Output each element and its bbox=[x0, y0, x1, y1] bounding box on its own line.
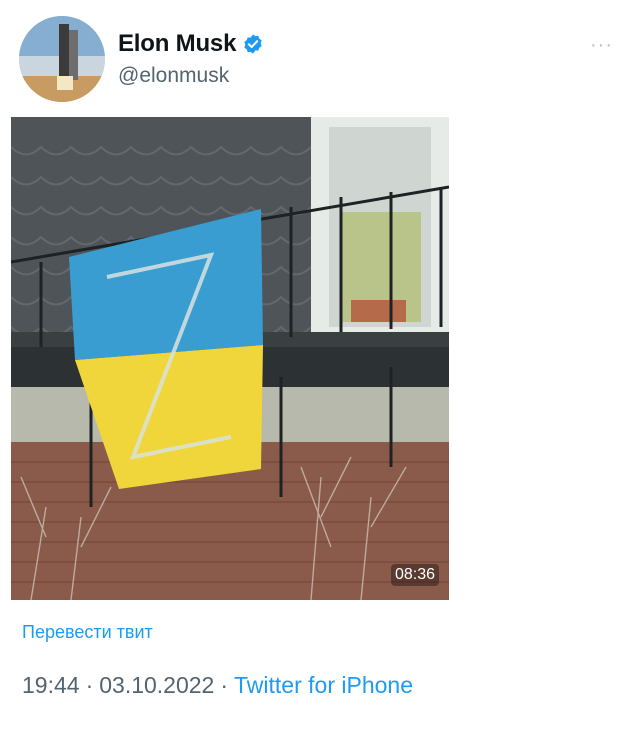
media-timestamp: 08:36 bbox=[390, 564, 439, 586]
author-handle[interactable]: @elonmusk bbox=[118, 64, 229, 88]
author-avatar[interactable] bbox=[19, 16, 105, 102]
translate-tweet-link[interactable]: Перевести твит bbox=[22, 622, 153, 643]
meta-separator: · bbox=[220, 672, 229, 698]
tweet-date[interactable]: 03.10.2022 bbox=[99, 672, 214, 698]
tweet-photo[interactable]: 08:36 bbox=[11, 117, 449, 600]
photo-balcony-flag bbox=[11, 117, 449, 600]
tweet-time[interactable]: 19:44 bbox=[22, 672, 80, 698]
tweet-meta: 19:44 · 03.10.2022 · Twitter for iPhone bbox=[22, 672, 413, 699]
meta-separator: · bbox=[85, 672, 94, 698]
tweet-source-link[interactable]: Twitter for iPhone bbox=[234, 672, 413, 698]
author-name[interactable]: Elon Musk bbox=[118, 30, 236, 58]
verified-badge-icon bbox=[244, 34, 262, 54]
more-options-icon[interactable]: ··· bbox=[590, 34, 613, 57]
author-name-row: Elon Musk bbox=[118, 30, 264, 58]
